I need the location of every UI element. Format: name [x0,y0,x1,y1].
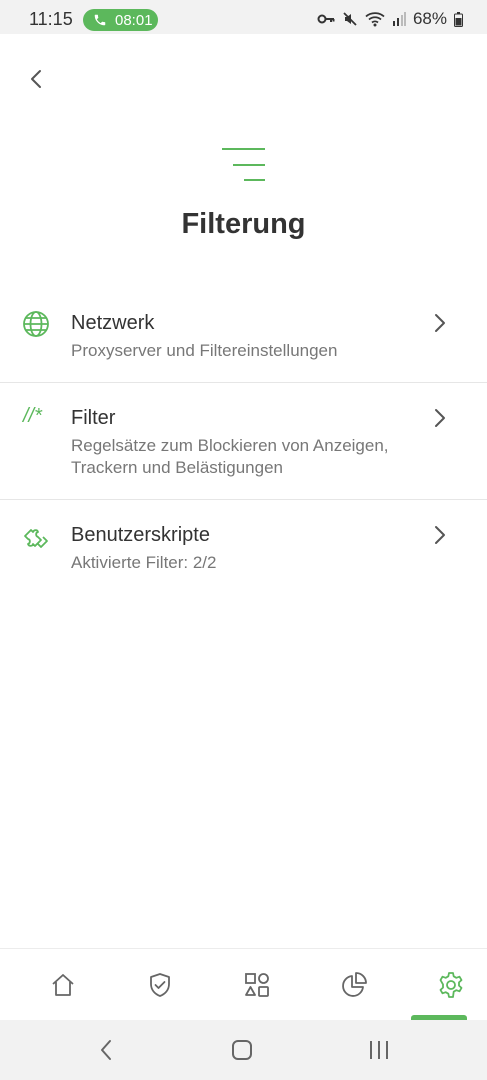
list-item-benutzerskripte[interactable]: Benutzerskripte Aktivierte Filter: 2/2 [0,510,487,594]
system-nav-bar [0,1020,487,1080]
filter-syntax-icon: //* [23,405,42,427]
mute-icon [343,12,357,26]
list-item-filter[interactable]: //* Filter Regelsätze zum Blockieren von… [0,393,487,499]
battery-level: 68% [412,9,447,28]
item-subtitle: Aktivierte Filter: 2/2 [71,553,217,572]
status-bar: 11:15 08:01 68% [0,0,487,34]
chevron-right-icon [435,409,445,427]
settings-icon [439,972,463,998]
list-item-netzwerk[interactable]: Netzwerk Proxyserver und Filtereinstellu… [0,298,487,382]
call-indicator[interactable]: 08:01 [83,9,158,31]
system-home-icon[interactable] [229,1037,255,1063]
phone-icon [94,14,106,26]
system-back-icon[interactable] [94,1037,120,1063]
chevron-right-icon [435,314,445,332]
key-icon [317,14,335,24]
item-title: Benutzerskripte [71,524,210,546]
divider [0,499,487,500]
item-subtitle-line-2: Trackern und Belästigungen [71,458,284,477]
globe-icon [23,311,49,337]
status-time: 11:15 [29,9,73,29]
system-recents-icon[interactable] [366,1037,392,1063]
chevron-right-icon [435,526,445,544]
home-icon [52,974,74,996]
item-title: Netzwerk [71,312,155,334]
status-icons: 68% [317,8,463,30]
divider [0,382,487,383]
wifi-icon [365,12,385,27]
nav-statistics[interactable] [306,949,403,1020]
page-title: Filterung [181,208,306,240]
nav-protection[interactable] [112,949,209,1020]
bottom-nav [0,948,487,1020]
puzzle-icon [24,529,48,548]
nav-home[interactable] [15,949,112,1020]
filter-lines-icon [222,148,265,181]
nav-apps[interactable] [209,949,306,1020]
item-title: Filter [71,407,116,429]
chevron-left-icon [31,70,41,88]
apps-icon [245,973,269,997]
signal-icon [392,12,406,26]
shield-check-icon [150,973,170,997]
back-button[interactable] [22,64,52,94]
battery-icon [454,11,463,27]
pie-chart-icon [342,972,367,997]
nav-settings[interactable] [403,949,487,1020]
item-subtitle-line-1: Regelsätze zum Blockieren von Anzeigen, [71,436,389,455]
item-subtitle: Proxyserver und Filtereinstellungen [71,341,338,360]
call-timer: 08:01 [115,12,153,29]
